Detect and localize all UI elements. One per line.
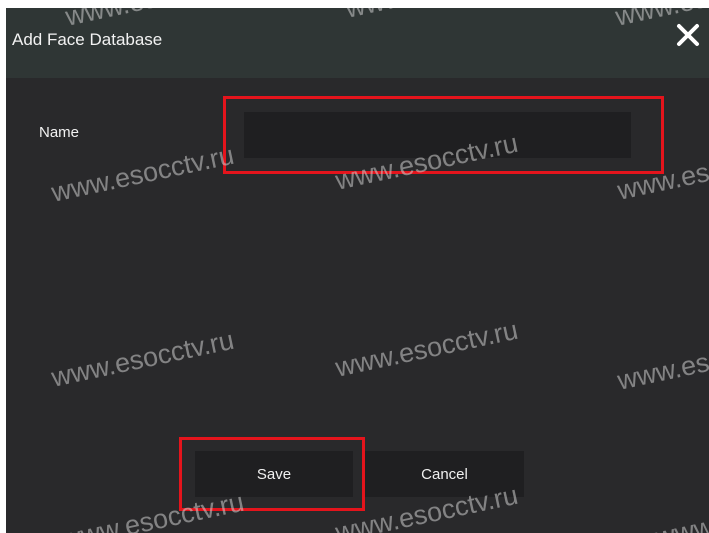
save-button[interactable]: Save xyxy=(195,451,353,497)
name-label: Name xyxy=(39,124,80,141)
watermark: www.esocctv.ru xyxy=(48,324,237,393)
dialog-title: Add Face Database xyxy=(12,30,163,49)
dialog-title-bar: Add Face Database xyxy=(6,8,709,78)
close-icon[interactable] xyxy=(675,22,701,48)
name-input[interactable] xyxy=(244,112,631,158)
cancel-button[interactable]: Cancel xyxy=(365,451,524,497)
watermark: www.esocctv.ru xyxy=(332,314,521,383)
watermark: www.esocctv.ru xyxy=(652,484,709,533)
watermark: www.esocctv.ru xyxy=(614,327,709,396)
watermark: www.esocctv.ru xyxy=(48,139,237,208)
add-face-database-dialog: Add Face Database Name Save Cancel www.e… xyxy=(6,8,709,533)
